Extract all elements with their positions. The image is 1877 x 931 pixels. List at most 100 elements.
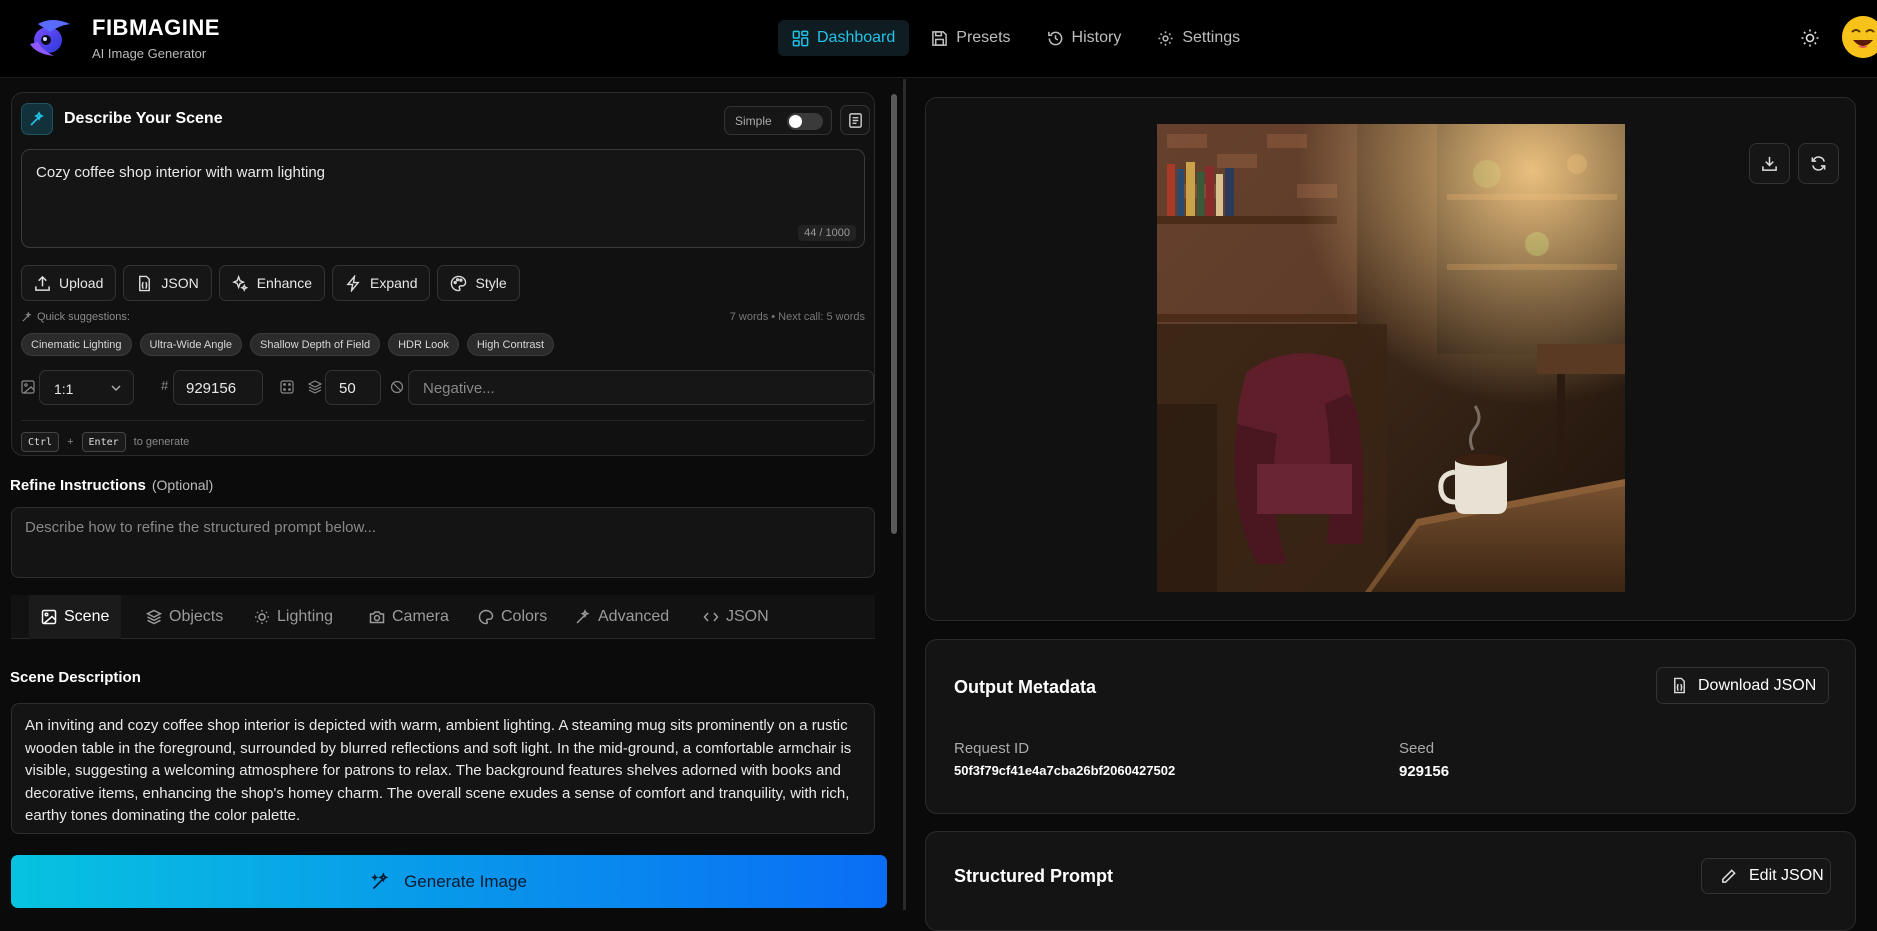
seed-label: Seed xyxy=(1399,740,1435,757)
generated-image[interactable] xyxy=(1157,124,1625,592)
nav-settings[interactable]: Settings xyxy=(1143,20,1254,56)
suggestion-chip[interactable]: Ultra-Wide Angle xyxy=(139,333,243,356)
avatar[interactable] xyxy=(1842,16,1877,58)
refresh-icon xyxy=(1811,156,1826,171)
refine-title: Refine Instructions (Optional) xyxy=(10,477,213,494)
suggestion-chip[interactable]: HDR Look xyxy=(388,333,459,356)
tool-label: Expand xyxy=(370,275,418,291)
zap-icon xyxy=(346,274,360,292)
enhance-button[interactable]: Enhance xyxy=(218,265,325,301)
structured-prompt-title: Structured Prompt xyxy=(954,866,1114,886)
download-json-button[interactable]: Download JSON xyxy=(1656,667,1829,704)
gear-icon xyxy=(1158,30,1173,46)
scrollbar-thumb[interactable] xyxy=(891,94,897,534)
file-json-icon xyxy=(139,275,151,291)
tab-colors[interactable]: Colors xyxy=(466,595,559,639)
tab-json[interactable]: JSON xyxy=(691,595,781,639)
structured-prompt-card: Structured Prompt Edit JSON xyxy=(925,831,1856,931)
refine-optional: (Optional) xyxy=(151,477,214,493)
magic-wand-icon xyxy=(21,103,53,135)
ratio-value: 1:1 xyxy=(54,381,74,397)
toggle-knob xyxy=(789,115,802,128)
card-title: Describe Your Scene xyxy=(64,110,223,127)
suggestion-chip[interactable]: Cinematic Lighting xyxy=(21,333,132,356)
style-button[interactable]: Style xyxy=(437,265,520,301)
refine-input[interactable]: Describe how to refine the structured pr… xyxy=(11,507,875,578)
generate-label: Generate Image xyxy=(404,871,527,891)
suggestion-chip[interactable]: Shallow Depth of Field xyxy=(250,333,381,356)
code-icon xyxy=(703,612,719,622)
steps-input[interactable]: 50 xyxy=(325,370,381,405)
expand-button[interactable]: Expand xyxy=(332,265,431,301)
tab-label: Advanced xyxy=(598,608,670,625)
app-subtitle: AI Image Generator xyxy=(92,46,207,61)
tool-label: JSON xyxy=(161,275,199,291)
magic-wand-icon xyxy=(576,609,590,624)
keyboard-hint: Ctrl + Enter to generate xyxy=(21,432,189,452)
prompt-history-button[interactable] xyxy=(840,105,870,135)
edit-json-button[interactable]: Edit JSON xyxy=(1701,858,1831,894)
sun-icon xyxy=(255,610,269,624)
output-metadata-card: Output Metadata Download JSON Request ID… xyxy=(925,639,1856,814)
kbd-ctrl: Ctrl xyxy=(21,432,60,452)
prompt-text: Cozy coffee shop interior with warm ligh… xyxy=(36,164,326,181)
nav-label: History xyxy=(1071,29,1122,46)
nav-history[interactable]: History xyxy=(1033,20,1136,56)
prompt-input[interactable]: Cozy coffee shop interior with warm ligh… xyxy=(21,149,865,248)
upload-button[interactable]: Upload xyxy=(21,265,117,301)
word-count-meta: 7 words • Next call: 5 words xyxy=(729,311,865,323)
magic-wand-icon xyxy=(371,872,389,890)
sparkle-small-icon xyxy=(22,311,32,322)
file-json-icon xyxy=(1674,677,1685,694)
generation-controls: 1:1 # 929156 50 Negative... xyxy=(21,370,874,405)
sun-icon[interactable] xyxy=(1800,28,1820,48)
scene-description-input[interactable]: An inviting and cozy coffee shop interio… xyxy=(11,703,875,834)
dice-icon[interactable] xyxy=(280,380,294,394)
emoji-avatar-icon xyxy=(1842,16,1877,58)
camera-icon xyxy=(369,611,385,624)
kbd-enter: Enter xyxy=(81,432,126,452)
tab-objects[interactable]: Objects xyxy=(134,595,235,639)
logo[interactable]: FIBMAGINE AI Image Generator xyxy=(26,14,220,62)
quick-suggestions-label: Quick suggestions: xyxy=(21,311,130,323)
main-nav: Dashboard Presets History Settings xyxy=(778,20,1254,56)
nav-label: Dashboard xyxy=(817,29,896,46)
download-icon xyxy=(1762,156,1777,171)
nav-presets[interactable]: Presets xyxy=(917,20,1024,56)
tool-label: Enhance xyxy=(256,275,312,291)
tool-row: Upload JSON Enhance Expand Style xyxy=(21,265,520,301)
tab-label: Lighting xyxy=(277,608,334,625)
layers-icon xyxy=(146,609,162,625)
nav-label: Presets xyxy=(956,29,1011,46)
scene-description-title: Scene Description xyxy=(10,669,141,686)
palette-icon xyxy=(478,609,494,625)
suggestion-chips: Cinematic Lighting Ultra-Wide Angle Shal… xyxy=(21,333,555,356)
tab-scene[interactable]: Scene xyxy=(29,595,122,639)
kbd-hint-text: to generate xyxy=(133,436,190,448)
aspect-ratio-select[interactable]: 1:1 xyxy=(39,370,134,405)
regenerate-button[interactable] xyxy=(1798,143,1839,184)
left-scrollbar[interactable] xyxy=(888,82,900,837)
tab-label: Objects xyxy=(169,608,224,625)
tab-advanced[interactable]: Advanced xyxy=(563,595,681,639)
metadata-title: Output Metadata xyxy=(954,677,1096,697)
tab-camera[interactable]: Camera xyxy=(357,595,461,639)
tab-lighting[interactable]: Lighting xyxy=(242,595,345,639)
download-image-button[interactable] xyxy=(1749,143,1790,184)
json-button[interactable]: JSON xyxy=(123,265,212,301)
suggestion-chip[interactable]: High Contrast xyxy=(466,333,555,356)
nav-dashboard[interactable]: Dashboard xyxy=(778,20,910,56)
layers-icon xyxy=(308,380,322,394)
negative-prompt-input[interactable]: Negative... xyxy=(408,370,874,405)
generate-image-button[interactable]: Generate Image xyxy=(11,855,887,908)
seed-input[interactable]: 929156 xyxy=(173,370,263,405)
upload-icon xyxy=(35,275,50,291)
ban-icon xyxy=(390,380,404,394)
toggle-switch[interactable] xyxy=(787,113,823,130)
chevron-down-icon xyxy=(111,385,121,392)
simple-mode-toggle[interactable]: Simple xyxy=(724,106,832,135)
tab-label: Scene xyxy=(64,608,110,625)
char-count: 44 / 1000 xyxy=(798,225,856,241)
sparkles-icon xyxy=(231,274,249,292)
nav-label: Settings xyxy=(1182,29,1241,46)
